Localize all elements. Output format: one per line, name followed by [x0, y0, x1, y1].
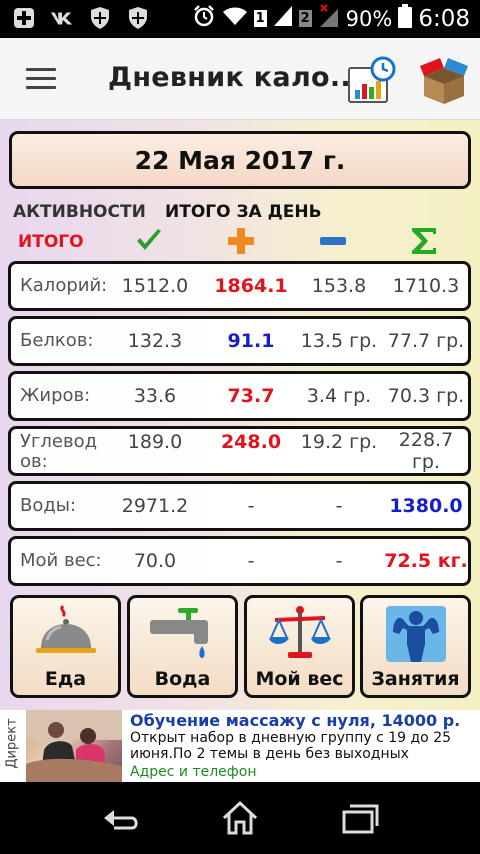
- back-icon[interactable]: [102, 800, 142, 836]
- home-icon[interactable]: [220, 800, 260, 836]
- value-burned: -: [335, 495, 343, 517]
- faucet-icon: [150, 604, 216, 664]
- cloche-icon: [33, 604, 99, 664]
- water-button[interactable]: Вода: [127, 595, 238, 698]
- navigation-bar: [0, 782, 480, 854]
- recent-apps-icon[interactable]: [340, 800, 380, 836]
- battery-percent: 90%: [345, 6, 393, 31]
- value-consumed: -: [247, 495, 255, 517]
- ad-tag: Директ: [0, 710, 24, 782]
- water-button-label: Вода: [154, 668, 211, 690]
- row-my-weight[interactable]: Мой вес: 70.0 - - 72.5 кг.: [8, 536, 471, 586]
- value-activities: 189.0: [127, 431, 183, 453]
- value-total: 228.7 гр.: [381, 429, 471, 473]
- ad-link[interactable]: Адрес и телефон: [130, 764, 256, 780]
- value-total: 1710.3: [392, 275, 460, 297]
- row-label: Белков:: [20, 330, 94, 351]
- minus-icon: [318, 226, 348, 256]
- food-button-label: Еда: [44, 668, 87, 690]
- bodybuilder-icon: [383, 604, 449, 664]
- value-total-line2: гр.: [411, 451, 441, 473]
- main-content: 22 Мая 2017 г. АКТИВНОСТИ ИТОГО ЗА ДЕНЬ …: [0, 120, 480, 710]
- row-label: Жиров:: [20, 385, 91, 406]
- shield-icon: [88, 6, 112, 30]
- shield-icon: [126, 6, 150, 30]
- vk-icon: [50, 6, 74, 30]
- ad-image[interactable]: [26, 710, 122, 782]
- value-burned: -: [335, 550, 343, 572]
- status-bar: 1 2 90% 6:08: [0, 0, 480, 38]
- value-consumed: 73.7: [227, 385, 275, 407]
- sim2-badge: 2: [298, 10, 312, 27]
- row-label: Углевод ов:: [20, 432, 97, 476]
- ad-text: Открыт набор в дневную группу с 19 до 25…: [130, 730, 452, 762]
- row-calories[interactable]: Калорий: 1512.0 1864.1 153.8 1710.3: [8, 261, 471, 311]
- exercise-button[interactable]: Занятия: [360, 595, 471, 698]
- scales-icon: [267, 604, 333, 664]
- value-activities: 70.0: [133, 550, 177, 572]
- value-activities: 33.6: [133, 385, 177, 407]
- value-total: 77.7 гр.: [387, 330, 465, 352]
- clock: 6:08: [418, 5, 470, 32]
- row-water[interactable]: Воды: 2971.2 - - 1380.0: [8, 481, 471, 531]
- value-total-line1: 228.7: [398, 429, 454, 451]
- battery-icon: [398, 4, 413, 33]
- wifi-icon: [222, 6, 248, 31]
- value-activities: 2971.2: [121, 495, 189, 517]
- row-label-line2: ов:: [20, 451, 48, 472]
- menu-icon[interactable]: [26, 68, 56, 90]
- row-label: Мой вес:: [20, 550, 102, 571]
- value-total: 70.3 гр.: [387, 385, 465, 407]
- row-proteins[interactable]: Белков: 132.3 91.1 13.5 гр. 77.7 гр.: [8, 316, 471, 366]
- value-burned: 13.5 гр.: [300, 330, 378, 352]
- value-total: 1380.0: [389, 495, 463, 517]
- signal-off-icon: [318, 4, 340, 33]
- weight-button-label: Мой вес: [255, 668, 344, 690]
- plus-badge-icon: [12, 6, 36, 30]
- value-total: 72.5 кг.: [384, 550, 468, 572]
- value-consumed: 91.1: [227, 330, 275, 352]
- weight-button[interactable]: Мой вес: [244, 595, 355, 698]
- value-consumed: -: [247, 550, 255, 572]
- alarm-icon: [192, 4, 216, 33]
- plus-icon: [226, 226, 256, 256]
- tab-activities[interactable]: АКТИВНОСТИ: [13, 202, 146, 222]
- row-carbs[interactable]: Углевод ов: 189.0 248.0 19.2 гр. 228.7 гр.: [8, 426, 471, 476]
- sim1-badge: 1: [253, 10, 267, 27]
- product-box-icon[interactable]: [418, 54, 470, 106]
- tab-day-total[interactable]: ИТОГО ЗА ДЕНЬ: [165, 202, 322, 222]
- check-icon: [134, 226, 164, 256]
- app-bar: Дневник кало...: [0, 38, 480, 120]
- date-selector[interactable]: 22 Мая 2017 г.: [9, 131, 471, 189]
- ad-banner[interactable]: Директ Обучение массажу с нуля, 14000 р.…: [0, 710, 480, 782]
- row-label: Воды:: [20, 495, 77, 516]
- row-fats[interactable]: Жиров: 33.6 73.7 3.4 гр. 70.3 гр.: [8, 371, 471, 421]
- exercise-button-label: Занятия: [371, 668, 460, 690]
- app-title: Дневник кало...: [108, 62, 362, 93]
- value-burned: 19.2 гр.: [300, 431, 378, 453]
- ad-tag-label: Директ: [4, 718, 20, 769]
- ad-title[interactable]: Обучение массажу с нуля, 14000 р.: [130, 711, 460, 730]
- value-activities: 1512.0: [121, 275, 189, 297]
- value-activities: 132.3: [127, 330, 183, 352]
- statistics-icon[interactable]: [346, 56, 396, 106]
- total-label: ИТОГО: [18, 232, 84, 252]
- value-consumed: 248.0: [220, 431, 282, 453]
- food-button[interactable]: Еда: [10, 595, 121, 698]
- signal-icon: [273, 5, 293, 32]
- value-consumed: 1864.1: [214, 275, 288, 297]
- value-burned: 153.8: [311, 275, 367, 297]
- row-label: Калорий:: [20, 275, 108, 296]
- sigma-icon: [409, 226, 439, 256]
- value-burned: 3.4 гр.: [306, 385, 372, 407]
- row-label-line1: Углевод: [20, 431, 98, 452]
